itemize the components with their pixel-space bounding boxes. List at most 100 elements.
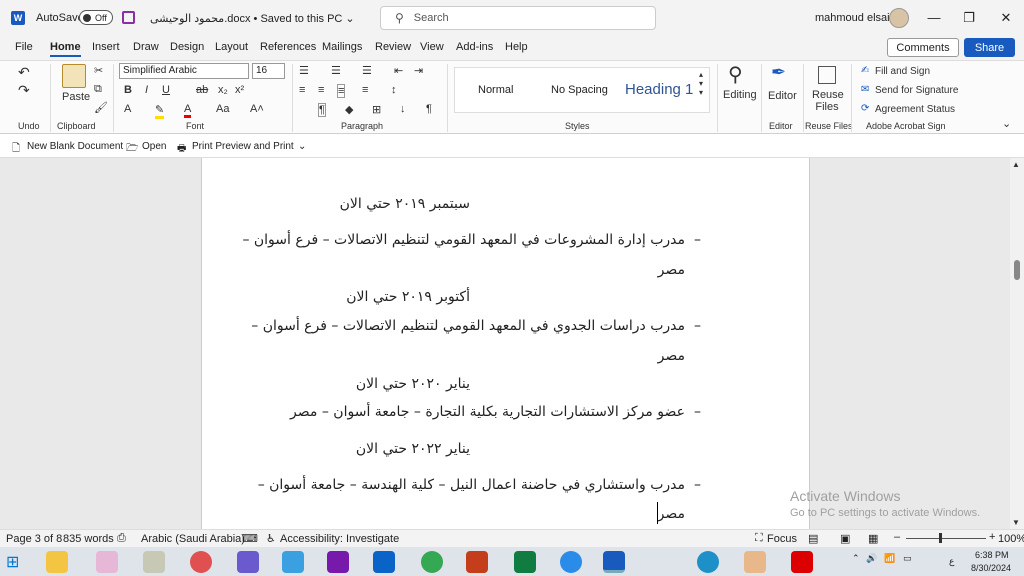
justify-icon[interactable]: ≡: [362, 84, 368, 96]
keyboard-language[interactable]: ع: [949, 556, 954, 567]
print-preview-button[interactable]: Print Preview and Print: [192, 141, 294, 152]
file-explorer-icon[interactable]: [46, 551, 68, 573]
tab-home[interactable]: Home: [50, 41, 81, 57]
undo-icon[interactable]: ↶: [18, 64, 30, 81]
battery-icon[interactable]: ▭: [903, 553, 912, 564]
bullets-icon[interactable]: ☰: [299, 64, 309, 77]
zoom-slider-handle[interactable]: [939, 533, 942, 543]
avatar[interactable]: [889, 8, 909, 28]
excel-icon[interactable]: [514, 551, 536, 573]
volume-icon[interactable]: 🔊: [866, 553, 877, 564]
open-button[interactable]: Open: [142, 141, 166, 152]
comments-button[interactable]: Comments: [887, 38, 959, 57]
show-hidden-icons[interactable]: ⌃: [852, 553, 860, 564]
style-no-spacing[interactable]: No Spacing: [551, 84, 608, 96]
rtl-direction-icon[interactable]: ¶: [318, 103, 326, 117]
zoom-in-icon[interactable]: +: [989, 531, 995, 543]
style-heading-1[interactable]: Heading 1: [625, 81, 693, 98]
text-effects-icon[interactable]: A: [124, 103, 131, 115]
sort-icon[interactable]: ↓: [400, 103, 406, 115]
scrollbar-thumb[interactable]: [1014, 260, 1020, 280]
show-marks-icon[interactable]: ¶: [426, 103, 432, 115]
onenote-icon[interactable]: [327, 551, 349, 573]
tab-design[interactable]: Design: [170, 41, 204, 53]
collapse-ribbon-icon[interactable]: ⌄: [1002, 117, 1011, 130]
vertical-scrollbar[interactable]: [1010, 158, 1024, 529]
editor-icon[interactable]: ✒: [771, 62, 786, 83]
word-taskbar-icon[interactable]: [603, 551, 625, 573]
tab-help[interactable]: Help: [505, 41, 528, 53]
align-center-icon[interactable]: ≡: [318, 84, 324, 96]
fill-and-sign-button[interactable]: Fill and Sign: [875, 66, 930, 77]
multilevel-list-icon[interactable]: ☰: [362, 64, 372, 77]
user-name[interactable]: mahmoud elsaid: [815, 12, 896, 24]
document-title[interactable]: محمود الوحيشى.docx • Saved to this PC ⌄: [150, 12, 355, 25]
numbering-icon[interactable]: ☰: [331, 64, 341, 77]
line-spacing-icon[interactable]: ↕: [391, 84, 397, 96]
tab-review[interactable]: Review: [375, 41, 411, 53]
paste-icon[interactable]: [62, 64, 86, 88]
change-case-button[interactable]: Aa: [216, 103, 229, 115]
paste-button[interactable]: Paste: [62, 91, 90, 103]
share-button[interactable]: Share: [964, 38, 1015, 57]
app-icon[interactable]: [282, 551, 304, 573]
zoom-level[interactable]: 100%: [998, 533, 1024, 545]
document-page[interactable]: سبتمبر ٢٠١٩ حتي الان – مدرب إدارة المشرو…: [201, 158, 810, 529]
save-icon[interactable]: [122, 11, 135, 24]
tab-add-ins[interactable]: Add-ins: [456, 41, 493, 53]
tab-draw[interactable]: Draw: [133, 41, 159, 53]
bold-button[interactable]: B: [124, 84, 132, 96]
grow-font-button[interactable]: A˄: [250, 103, 264, 115]
focus-button[interactable]: Focus: [767, 533, 797, 545]
accessibility-status[interactable]: Accessibility: Investigate: [280, 533, 399, 545]
zoom-out-icon[interactable]: –: [894, 531, 900, 543]
app-icon[interactable]: [560, 551, 582, 573]
reuse-files-icon[interactable]: [818, 66, 836, 84]
maximize-button[interactable]: ❐: [959, 8, 979, 28]
close-button[interactable]: ✕: [996, 8, 1016, 28]
style-normal[interactable]: Normal: [478, 84, 513, 96]
tab-insert[interactable]: Insert: [92, 41, 120, 53]
shading-icon[interactable]: ◆: [345, 103, 353, 116]
scroll-down-icon[interactable]: ▼: [1012, 518, 1020, 527]
decrease-indent-icon[interactable]: ⇤: [394, 64, 403, 77]
edge-icon[interactable]: [697, 551, 719, 573]
predictions-icon[interactable]: ⌨: [242, 532, 258, 545]
reuse-files-button[interactable]: Reuse Files: [812, 89, 844, 113]
tab-references[interactable]: References: [260, 41, 316, 53]
cut-icon[interactable]: ✂: [94, 64, 103, 77]
font-name-select[interactable]: Simplified Arabic: [119, 63, 249, 79]
align-right-icon[interactable]: ≡: [337, 84, 346, 98]
editing-button[interactable]: Editing: [723, 89, 757, 101]
proofing-icon[interactable]: ⎙: [117, 532, 126, 545]
underline-button[interactable]: U: [162, 84, 170, 96]
clock-time[interactable]: 6:38 PM: [975, 550, 1009, 560]
new-blank-document-button[interactable]: New Blank Document: [27, 141, 123, 152]
editor-button[interactable]: Editor: [768, 90, 797, 102]
copy-icon[interactable]: ⧉: [94, 83, 102, 96]
word-count[interactable]: 835 words: [63, 533, 114, 545]
minimize-button[interactable]: —: [924, 8, 944, 28]
italic-button[interactable]: I: [145, 84, 148, 96]
tab-mailings[interactable]: Mailings: [322, 41, 362, 53]
autosave-toggle[interactable]: Off: [79, 10, 113, 25]
chrome-icon[interactable]: [421, 551, 443, 573]
tab-layout[interactable]: Layout: [215, 41, 248, 53]
borders-icon[interactable]: ⊞: [372, 103, 381, 116]
redo-icon[interactable]: ↷: [18, 82, 30, 99]
strikethrough-button[interactable]: ab: [196, 84, 208, 96]
tab-file[interactable]: File: [15, 41, 33, 53]
superscript-button[interactable]: x²: [235, 84, 244, 96]
app-icon[interactable]: [237, 551, 259, 573]
web-layout-icon[interactable]: ▦: [868, 532, 878, 545]
subscript-button[interactable]: x₂: [218, 84, 228, 96]
send-for-signature-button[interactable]: Send for Signature: [875, 85, 958, 96]
read-mode-icon[interactable]: ▤: [808, 532, 818, 545]
page-count[interactable]: Page 3 of 8: [6, 533, 62, 545]
zoom-slider[interactable]: [906, 538, 986, 539]
windows-start-icon[interactable]: ⊞: [6, 552, 19, 572]
app-icon[interactable]: [96, 551, 118, 573]
app-icon[interactable]: [744, 551, 766, 573]
clock-date[interactable]: 8/30/2024: [971, 563, 1011, 573]
app-icon[interactable]: [143, 551, 165, 573]
